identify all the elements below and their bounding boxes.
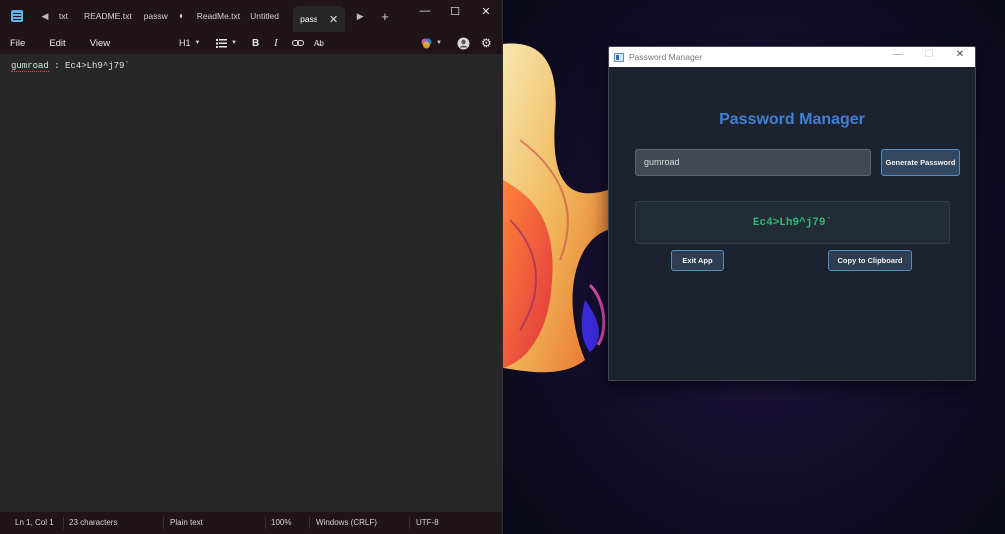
pm-titlebar: Password Manager — ☐ ✕ — [609, 47, 975, 67]
editor-text-area[interactable]: gumroad : Ec4>Lh9^j79` — [0, 54, 502, 512]
status-char-count: 23 characters — [69, 518, 118, 527]
menu-edit[interactable]: Edit — [49, 38, 65, 49]
close-icon[interactable]: ✕ — [953, 49, 967, 60]
tab-label: README.txt — [83, 11, 132, 21]
status-zoom[interactable]: 100% — [271, 518, 291, 527]
chevron-down-icon: ▼ — [436, 40, 442, 46]
tab-scroll-left-icon[interactable]: ◀ — [38, 6, 52, 26]
menu-file[interactable]: File — [10, 38, 25, 49]
new-tab-plus-icon[interactable]: + — [381, 9, 389, 24]
chevron-down-icon: ▼ — [194, 40, 201, 46]
chevron-down-icon: ▼ — [231, 40, 237, 46]
notepad-titlebar: ◀ txt README.txt passw ReadMe.txt Untitl… — [0, 0, 502, 32]
status-divider — [163, 517, 164, 529]
notepad-menubar: File Edit View H1 ▼ ▼ B I A̶b ▼ ⚙ — [0, 32, 502, 54]
list-icon — [216, 38, 227, 48]
heading-label: H1 — [179, 38, 191, 48]
editor-line-rest: : Ec4>Lh9^j79` — [48, 61, 130, 71]
status-divider — [309, 517, 310, 529]
list-dropdown[interactable]: ▼ — [216, 35, 237, 51]
menu-view[interactable]: View — [90, 38, 110, 49]
maximize-icon[interactable]: ☐ — [440, 0, 470, 22]
status-divider — [63, 517, 64, 529]
tab-readme-2[interactable]: ReadMe.txt — [192, 0, 245, 32]
bold-icon[interactable]: B — [252, 35, 259, 51]
status-divider — [265, 517, 266, 529]
settings-icon[interactable]: ⚙ — [481, 35, 492, 51]
minimize-icon[interactable]: — — [891, 49, 905, 60]
pm-content: Password Manager gumroad Generate Passwo… — [609, 67, 975, 380]
status-divider — [409, 517, 410, 529]
copilot-icon[interactable]: ▼ — [421, 35, 442, 51]
tab-scroll-right-icon[interactable]: ▶ — [353, 6, 367, 26]
unsaved-dot-icon — [179, 14, 182, 18]
pm-heading: Password Manager — [719, 111, 865, 128]
close-icon[interactable]: ✕ — [471, 0, 501, 22]
pm-app-icon — [614, 52, 624, 62]
exit-app-button[interactable]: Exit App — [671, 250, 724, 271]
status-encoding[interactable]: UTF-8 — [416, 518, 439, 527]
italic-icon[interactable]: I — [274, 35, 278, 51]
maximize-icon[interactable]: ☐ — [922, 49, 936, 60]
generated-password-display: Ec4>Lh9^j79` — [635, 201, 950, 244]
tab-label: passw — [300, 14, 317, 24]
pm-window-title: Password Manager — [629, 52, 703, 62]
tab-label: txt — [59, 11, 68, 21]
heading-dropdown[interactable]: H1 ▼ — [179, 35, 200, 51]
tab-label: ReadMe.txt — [196, 11, 241, 21]
service-input[interactable]: gumroad — [635, 149, 871, 176]
tab-label: passw — [143, 11, 168, 21]
account-icon[interactable] — [457, 35, 470, 51]
spellcheck-icon[interactable]: A̶b — [314, 35, 324, 51]
tab-untitled[interactable]: Untitled — [245, 0, 293, 32]
tab-label: Untitled — [250, 11, 279, 21]
link-icon[interactable] — [292, 35, 304, 51]
notepad-app-icon — [11, 10, 23, 22]
notepad-window: ◀ txt README.txt passw ReadMe.txt Untitl… — [0, 0, 503, 534]
notepad-statusbar: Ln 1, Col 1 23 characters Plain text 100… — [0, 512, 502, 534]
password-manager-window: Password Manager — ☐ ✕ Password Manager … — [608, 46, 976, 381]
status-cursor-position: Ln 1, Col 1 — [15, 518, 54, 527]
status-line-ending[interactable]: Windows (CRLF) — [316, 518, 377, 527]
generate-password-button[interactable]: Generate Password — [881, 149, 960, 176]
misspelled-word: gumroad — [11, 61, 49, 72]
status-format[interactable]: Plain text — [170, 518, 203, 527]
minimize-icon[interactable]: — — [410, 0, 440, 22]
tab-txt[interactable]: txt — [54, 0, 73, 32]
copy-to-clipboard-button[interactable]: Copy to Clipboard — [828, 250, 912, 271]
tab-close-icon[interactable]: ✕ — [329, 13, 338, 26]
tab-passw-unsaved[interactable]: passw — [139, 0, 187, 32]
tab-readme[interactable]: README.txt — [79, 0, 137, 32]
tab-passw-active[interactable]: passw ✕ — [293, 6, 346, 32]
